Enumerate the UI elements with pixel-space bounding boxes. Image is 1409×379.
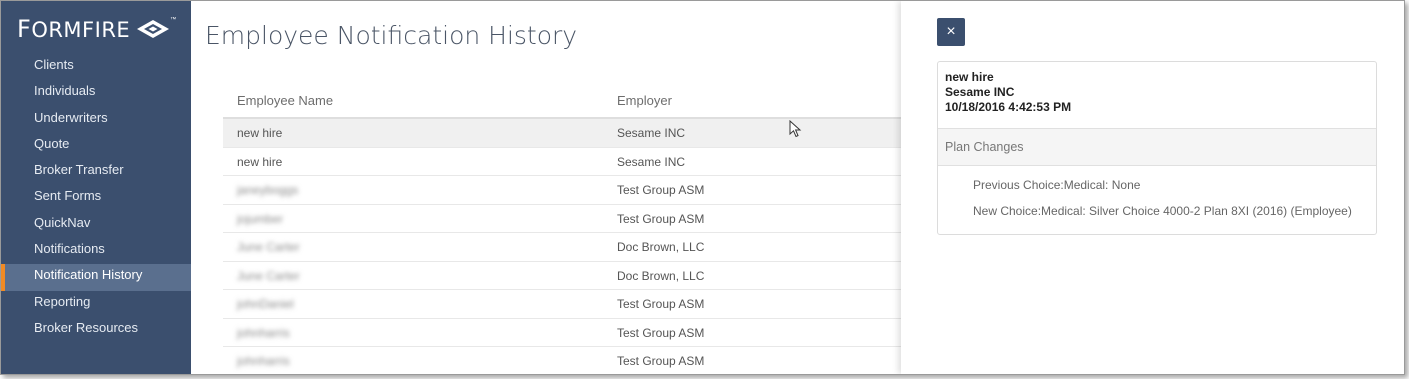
logo-text-cap: F (17, 15, 32, 43)
employer-cell: Test Group ASM (617, 297, 705, 311)
mouse-cursor-icon (789, 120, 802, 138)
employer-cell: Test Group ASM (617, 183, 705, 197)
detail-employee: new hire (945, 70, 994, 84)
employee-name-cell: new hire (237, 154, 283, 169)
detail-timestamp: 10/18/2016 4:42:53 PM (945, 100, 1072, 114)
sidebar-item-quote[interactable]: Quote (1, 133, 191, 159)
plan-changes-heading: Plan Changes (938, 129, 1376, 166)
table-row[interactable]: johnharris Test Group ASM (223, 347, 943, 374)
sidebar-item-clients[interactable]: Clients (1, 54, 191, 80)
plan-changes-list: Previous Choice:Medical: None New Choice… (938, 166, 1376, 224)
table-header: Employee Name Employer (223, 85, 943, 119)
logo-text-rest: ORMFIRE (31, 18, 131, 42)
main-content: Employee Notification History Employee N… (191, 1, 943, 374)
sidebar-item-underwriters[interactable]: Underwriters (1, 107, 191, 133)
sidebar-nav: Clients Individuals Underwriters Quote Broke… (1, 54, 191, 343)
detail-panel: × new hire Sesame INC 10/18/2016 4:42:53… (901, 1, 1404, 374)
sidebar: FORMFIRE ™ Clients Individuals Underwriter… (1, 1, 191, 374)
employee-name-cell: June Carter (237, 240, 300, 254)
employee-name-cell: June Carter (237, 268, 300, 283)
employer-cell: Sesame INC (617, 154, 686, 169)
detail-header: new hire Sesame INC 10/18/2016 4:42:53 P… (938, 62, 1376, 129)
employee-name-cell: johnDaniel (237, 297, 294, 311)
table-row[interactable]: new hire Sesame INC (223, 119, 943, 148)
table-row[interactable]: johnharris Test Group ASM (223, 319, 943, 347)
table-row[interactable]: new hire Sesame INC (223, 148, 943, 176)
formfire-diamond-icon (137, 20, 170, 38)
plan-change-previous: Previous Choice:Medical: None (973, 178, 1141, 192)
employer-cell: Doc Brown, LLC (617, 268, 705, 283)
formfire-logo[interactable]: FORMFIRE ™ (17, 15, 176, 43)
table-row[interactable]: janeyboggs Test Group ASM (223, 176, 943, 205)
notification-detail-card: new hire Sesame INC 10/18/2016 4:42:53 P… (937, 61, 1377, 235)
detail-employer: Sesame INC (945, 85, 1015, 99)
sidebar-item-reporting[interactable]: Reporting (1, 291, 191, 317)
column-header-employee-name[interactable]: Employee Name (223, 85, 603, 117)
plan-change-new: New Choice:Medical: Silver Choice 4000-2… (973, 204, 1352, 218)
sidebar-item-sent-forms[interactable]: Sent Forms (1, 185, 191, 211)
app-window: FORMFIRE ™ Clients Individuals Underwriter… (0, 0, 1405, 375)
table-row[interactable]: johnDaniel Test Group ASM (223, 290, 943, 319)
table-row[interactable]: June Carter Doc Brown, LLC (223, 262, 943, 290)
employer-cell: Sesame INC (617, 126, 686, 140)
employee-name-cell: new hire (237, 126, 283, 140)
employer-cell: Doc Brown, LLC (617, 240, 705, 254)
table-row[interactable]: jojumber Test Group ASM (223, 205, 943, 233)
sidebar-item-broker-resources[interactable]: Broker Resources (1, 317, 191, 343)
sidebar-item-notifications[interactable]: Notifications (1, 238, 191, 264)
employer-cell: Test Group ASM (617, 325, 705, 340)
sidebar-item-quicknav[interactable]: QuickNav (1, 212, 191, 238)
close-button[interactable]: × (937, 18, 965, 46)
sidebar-item-broker-transfer[interactable]: Broker Transfer (1, 159, 191, 185)
table-row[interactable]: June Carter Doc Brown, LLC (223, 233, 943, 262)
employee-name-cell: johnharris (237, 325, 290, 340)
notification-table: Employee Name Employer new hire Sesame IN… (223, 85, 943, 374)
page-title: Employee Notification History (205, 21, 578, 50)
employee-name-cell: jojumber (237, 211, 284, 226)
column-header-employer[interactable]: Employer (603, 85, 943, 117)
sidebar-item-notification-history[interactable]: Notification History (1, 264, 191, 291)
employer-cell: Test Group ASM (617, 211, 705, 226)
sidebar-item-individuals[interactable]: Individuals (1, 80, 191, 106)
trademark-mark: ™ (170, 17, 177, 23)
table-body: new hire Sesame INC new hire Sesame INC jane… (223, 119, 943, 374)
employee-name-cell: johnharris (237, 354, 290, 368)
employer-cell: Test Group ASM (617, 354, 705, 368)
employee-name-cell: janeyboggs (237, 183, 299, 197)
